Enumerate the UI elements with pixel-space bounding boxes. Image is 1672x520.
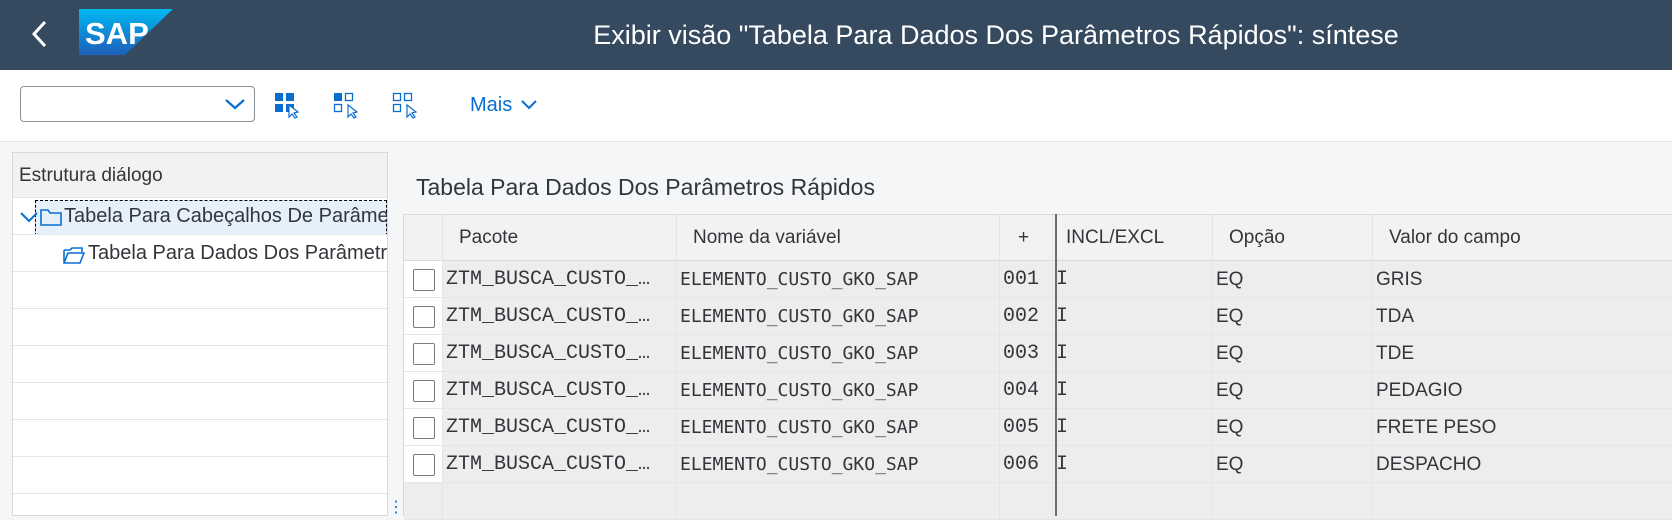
row-selector[interactable] xyxy=(404,446,443,483)
cell-package[interactable]: ZTM_BUSCA_CUSTO_… xyxy=(443,335,677,372)
cell-sequence[interactable]: 004 xyxy=(1000,372,1053,409)
command-dropdown[interactable] xyxy=(20,86,255,122)
cell-field-value[interactable]: DESPACHO xyxy=(1373,446,1672,483)
more-button[interactable]: Mais xyxy=(470,90,538,120)
chevron-down-icon[interactable] xyxy=(19,208,39,226)
tree-empty-row xyxy=(13,457,387,494)
tree-empty-row xyxy=(13,272,387,309)
cell-field-value[interactable]: PEDAGIO xyxy=(1373,372,1672,409)
cell-option[interactable]: EQ xyxy=(1213,261,1373,298)
cell-option[interactable]: EQ xyxy=(1213,409,1373,446)
cell-incl-excl[interactable]: I xyxy=(1053,409,1213,446)
cell-variable[interactable]: ELEMENTO_CUSTO_GKO_SAP xyxy=(677,261,1000,298)
column-header-incl-excl[interactable]: INCL/EXCL xyxy=(1053,215,1213,261)
page-title: Exibir visão "Tabela Para Dados Dos Parâ… xyxy=(593,20,1399,50)
cell-variable[interactable]: ELEMENTO_CUSTO_GKO_SAP xyxy=(677,335,1000,372)
shell-header: SAP Exibir visão "Tabela Para Dados Dos … xyxy=(0,0,1672,70)
row-selector[interactable] xyxy=(404,372,443,409)
column-header-variable[interactable]: Nome da variável xyxy=(677,215,1000,261)
cell-sequence[interactable]: 001 xyxy=(1000,261,1053,298)
cell-variable[interactable]: ELEMENTO_CUSTO_GKO_SAP xyxy=(677,372,1000,409)
chevron-down-icon xyxy=(225,99,245,110)
row-selector[interactable] xyxy=(404,335,443,372)
toolbar: Mais xyxy=(0,70,1672,142)
cell-incl-excl[interactable]: I xyxy=(1053,372,1213,409)
cell-incl-excl[interactable]: I xyxy=(1053,261,1213,298)
cell-package[interactable]: ZTM_BUSCA_CUSTO_… xyxy=(443,298,677,335)
empty-cell xyxy=(443,483,677,520)
tree-empty-row xyxy=(13,383,387,420)
chevron-left-icon xyxy=(31,20,47,48)
row-selector[interactable] xyxy=(404,261,443,298)
tree-header: Estrutura diálogo xyxy=(13,153,387,198)
select-block-icon[interactable] xyxy=(331,90,361,120)
empty-cell xyxy=(1000,483,1053,520)
sap-logo: SAP xyxy=(79,9,173,55)
cell-sequence[interactable]: 002 xyxy=(1000,298,1053,335)
cell-field-value[interactable]: TDE xyxy=(1373,335,1672,372)
cell-sequence[interactable]: 005 xyxy=(1000,409,1053,446)
cell-variable[interactable]: ELEMENTO_CUSTO_GKO_SAP xyxy=(677,409,1000,446)
row-selector[interactable] xyxy=(404,409,443,446)
column-freeze-divider xyxy=(1055,214,1057,516)
row-checkbox[interactable] xyxy=(413,306,435,328)
cell-variable[interactable]: ELEMENTO_CUSTO_GKO_SAP xyxy=(677,298,1000,335)
empty-cell xyxy=(1053,483,1213,520)
empty-cell xyxy=(404,483,443,520)
column-header-field-value[interactable]: Valor do campo xyxy=(1373,215,1672,261)
cell-package[interactable]: ZTM_BUSCA_CUSTO_… xyxy=(443,261,677,298)
row-checkbox[interactable] xyxy=(413,417,435,439)
cell-field-value[interactable]: GRIS xyxy=(1373,261,1672,298)
cell-package[interactable]: ZTM_BUSCA_CUSTO_… xyxy=(443,446,677,483)
row-checkbox[interactable] xyxy=(413,343,435,365)
cell-field-value[interactable]: FRETE PESO xyxy=(1373,409,1672,446)
back-button[interactable] xyxy=(22,16,58,52)
tree-empty-row xyxy=(13,346,387,383)
cell-package[interactable]: ZTM_BUSCA_CUSTO_… xyxy=(443,372,677,409)
cell-incl-excl[interactable]: I xyxy=(1053,446,1213,483)
cell-incl-excl[interactable]: I xyxy=(1053,298,1213,335)
empty-cell xyxy=(1213,483,1373,520)
chevron-down-icon xyxy=(521,100,537,110)
row-checkbox[interactable] xyxy=(413,454,435,476)
tree-item-headers[interactable]: Tabela Para Cabeçalhos De Parâmetros Ráp… xyxy=(13,198,387,235)
column-header-option[interactable]: Opção xyxy=(1213,215,1373,261)
select-all-icon[interactable] xyxy=(272,90,302,120)
cell-sequence[interactable]: 006 xyxy=(1000,446,1053,483)
tree-empty-row xyxy=(13,309,387,346)
tree-item-data[interactable]: Tabela Para Dados Dos Parâmetros Rápidos xyxy=(13,235,387,272)
select-column-header[interactable] xyxy=(404,215,443,261)
table-title: Tabela Para Dados Dos Parâmetros Rápidos xyxy=(416,174,875,200)
splitter-handle[interactable]: ⋮ xyxy=(388,497,404,517)
tree-item-label: Tabela Para Dados Dos Parâmetros Rápidos xyxy=(88,242,387,264)
column-header-plus[interactable]: + xyxy=(1000,215,1053,261)
cell-option[interactable]: EQ xyxy=(1213,372,1373,409)
cell-sequence[interactable]: 003 xyxy=(1000,335,1053,372)
more-label: Mais xyxy=(470,94,513,116)
cell-option[interactable]: EQ xyxy=(1213,446,1373,483)
dialog-structure-tree: Estrutura diálogo Tabela Para Cabeçalhos… xyxy=(12,152,388,516)
folder-icon xyxy=(40,209,62,226)
deselect-all-icon[interactable] xyxy=(390,90,420,120)
cell-incl-excl[interactable]: I xyxy=(1053,335,1213,372)
row-checkbox[interactable] xyxy=(413,269,435,291)
cell-package[interactable]: ZTM_BUSCA_CUSTO_… xyxy=(443,409,677,446)
empty-cell xyxy=(677,483,1000,520)
data-table: Pacote Nome da variável + INCL/EXCL Opçã… xyxy=(403,214,1672,520)
cell-option[interactable]: EQ xyxy=(1213,335,1373,372)
cell-option[interactable]: EQ xyxy=(1213,298,1373,335)
row-checkbox[interactable] xyxy=(413,380,435,402)
empty-cell xyxy=(1373,483,1672,520)
tree-item-label: Tabela Para Cabeçalhos De Parâmetros Ráp… xyxy=(64,205,387,227)
cell-field-value[interactable]: TDA xyxy=(1373,298,1672,335)
open-folder-icon xyxy=(63,247,86,264)
row-selector[interactable] xyxy=(404,298,443,335)
column-header-pacote[interactable]: Pacote xyxy=(443,215,677,261)
cell-variable[interactable]: ELEMENTO_CUSTO_GKO_SAP xyxy=(677,446,1000,483)
svg-text:SAP: SAP xyxy=(85,16,149,51)
tree-empty-row xyxy=(13,420,387,457)
